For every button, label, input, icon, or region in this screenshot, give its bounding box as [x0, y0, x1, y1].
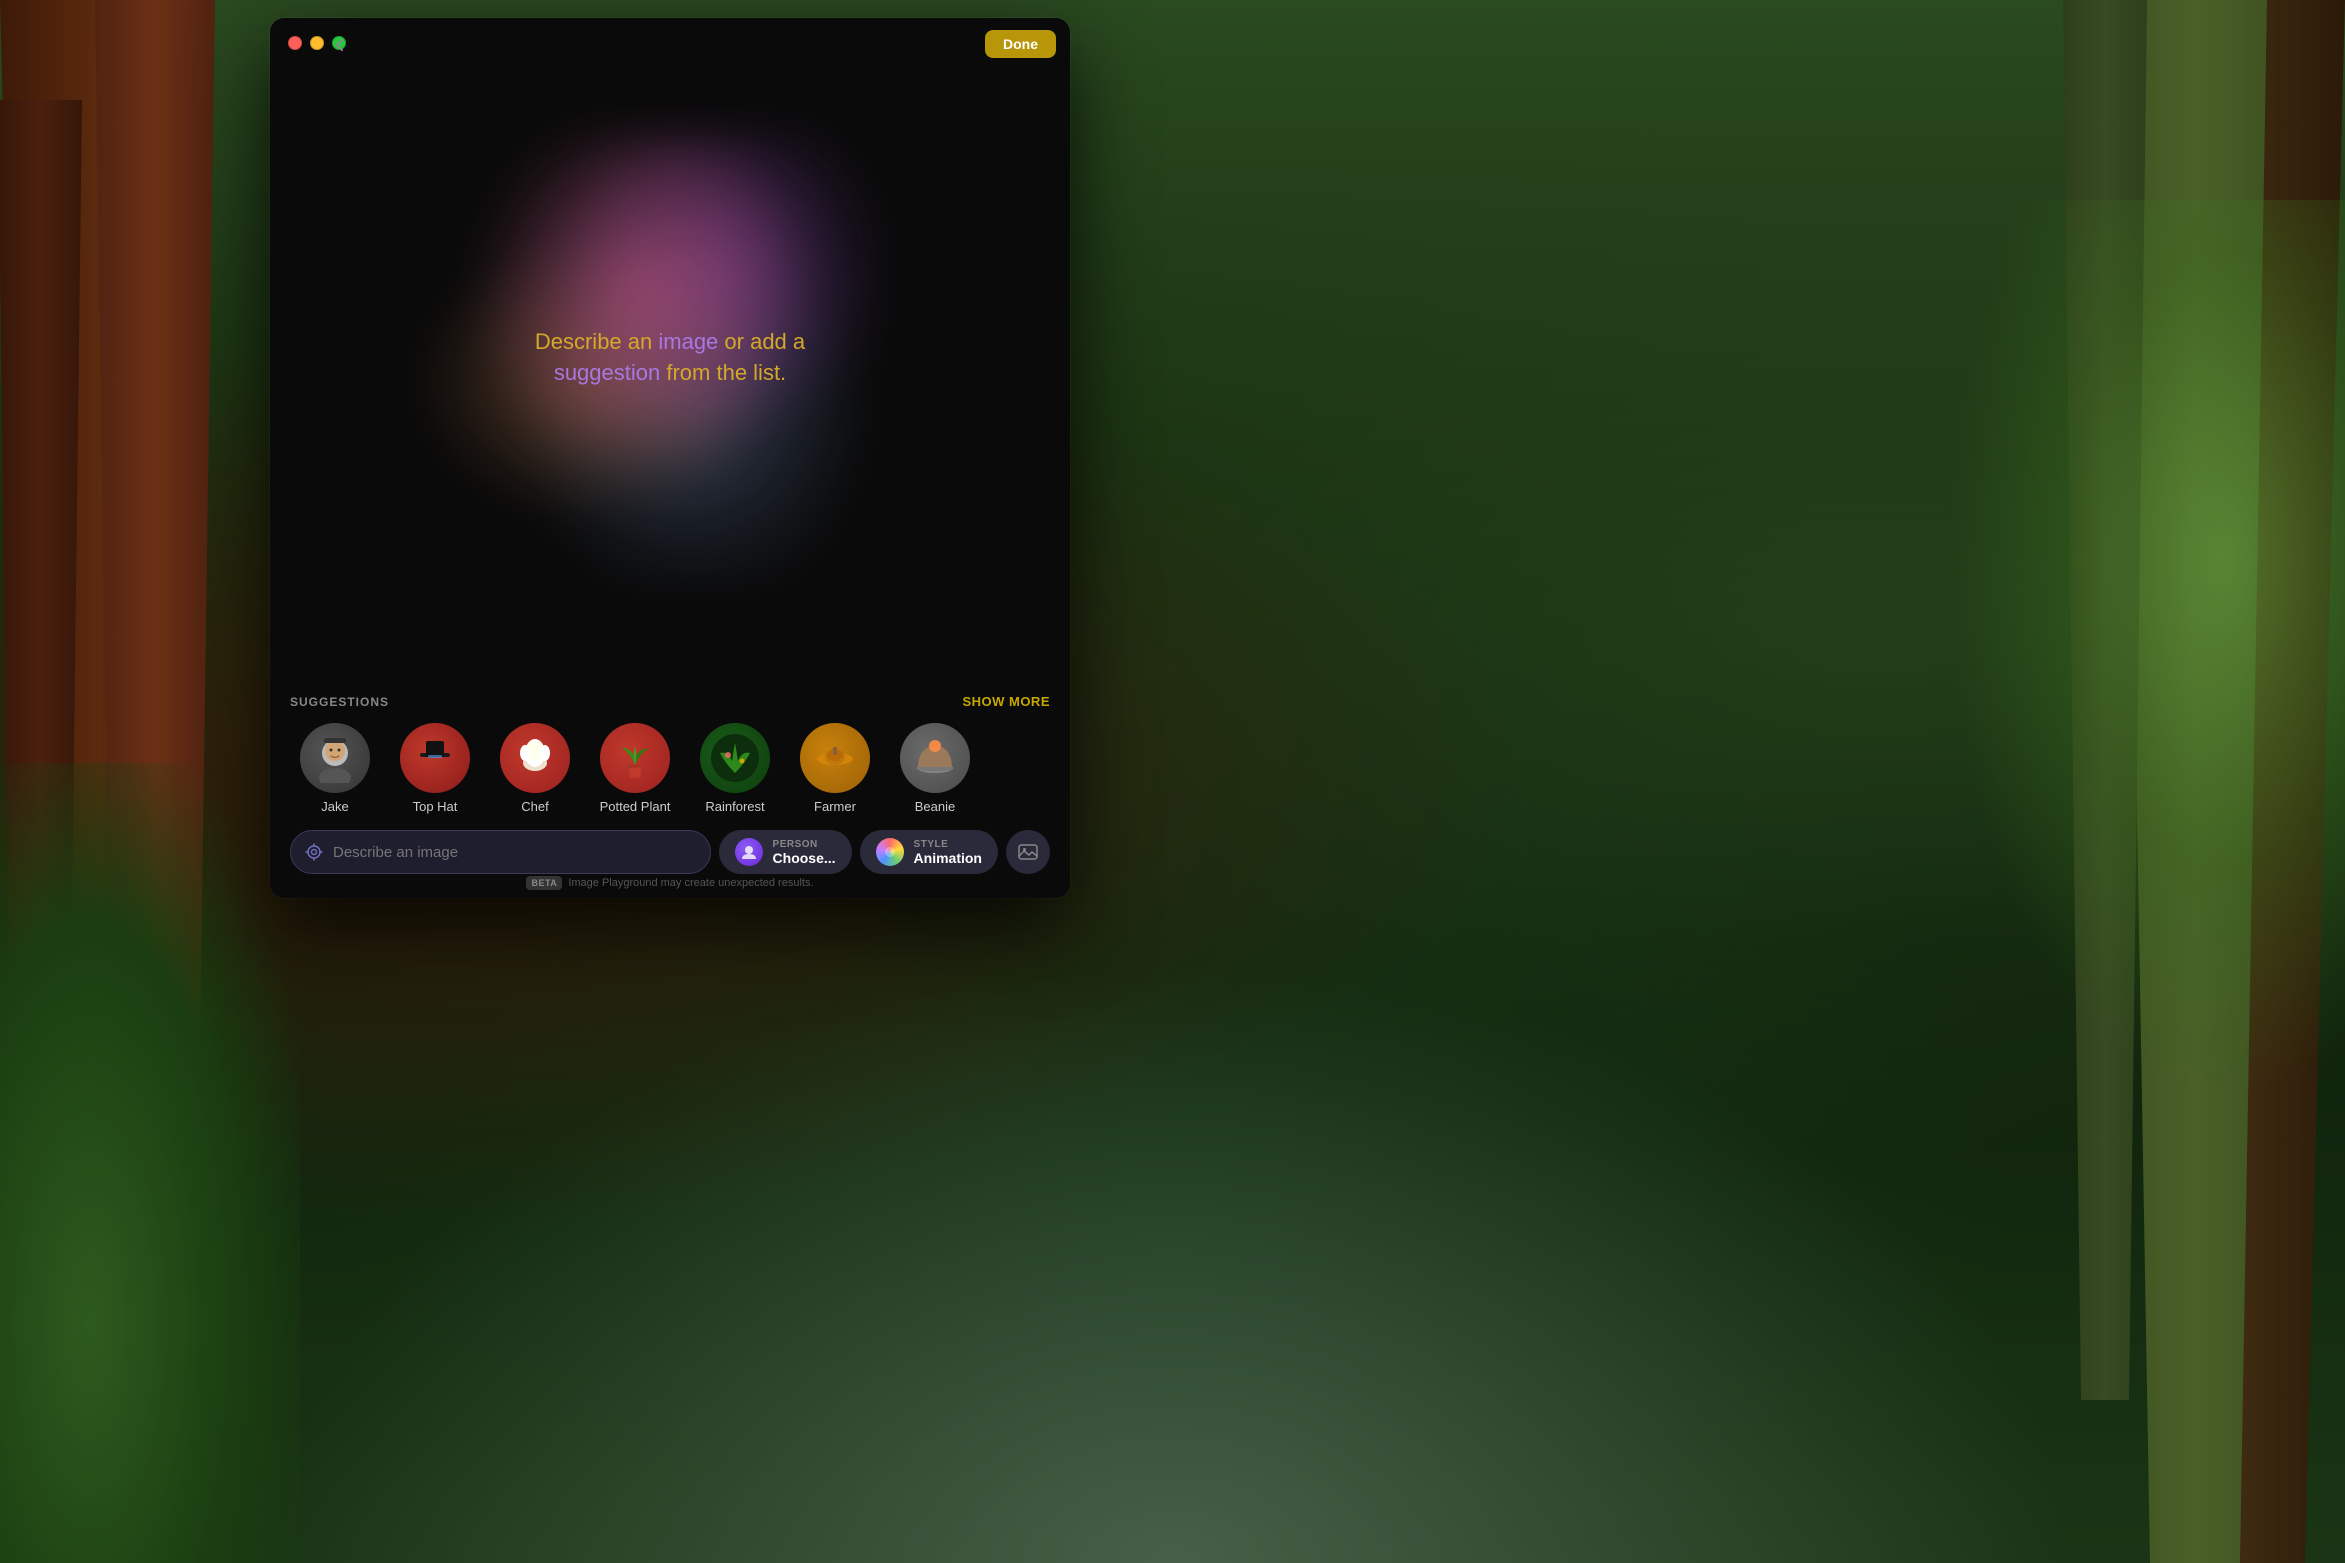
bottom-panel: SUGGESTIONS SHOW MORE [270, 678, 1070, 898]
back-button[interactable] [325, 30, 355, 60]
suggestion-chef-icon [500, 723, 570, 793]
suggestion-jake-icon [300, 723, 370, 793]
beta-badge: BETA [526, 876, 562, 890]
suggestion-potted-plant-label: Potted Plant [600, 799, 671, 814]
style-text: STYLE Animation [914, 839, 982, 866]
describe-image-input[interactable] [333, 844, 696, 861]
style-button[interactable]: STYLE Animation [860, 830, 998, 874]
prompt-suggestion-word: suggestion [554, 360, 660, 385]
person-button[interactable]: PERSON Choose... [719, 830, 852, 874]
suggestion-farmer-icon [800, 723, 870, 793]
suggestion-jake-label: Jake [321, 799, 348, 814]
suggestion-top-hat-label: Top Hat [413, 799, 458, 814]
prompt-line2: suggestion from the list. [554, 360, 786, 385]
suggestion-rainforest[interactable]: Rainforest [690, 723, 780, 814]
prompt-line1: Describe an image or add a [535, 329, 805, 354]
person-value: Choose... [773, 850, 836, 866]
suggestion-farmer-label: Farmer [814, 799, 856, 814]
suggestion-top-hat-icon [400, 723, 470, 793]
show-more-button[interactable]: SHOW MORE [962, 694, 1050, 709]
suggestion-rainforest-label: Rainforest [705, 799, 764, 814]
suggestion-beanie[interactable]: Beanie [890, 723, 980, 814]
minimize-button[interactable] [310, 36, 324, 50]
beta-notice: BETA Image Playground may create unexpec… [270, 876, 1070, 890]
image-picker-button[interactable] [1006, 830, 1050, 874]
canvas-area: Describe an image or add a suggestion fr… [270, 18, 1070, 698]
suggestions-label: SUGGESTIONS [290, 695, 389, 709]
person-label: PERSON [773, 839, 836, 850]
suggestion-jake[interactable]: Jake [290, 723, 380, 814]
suggestion-rainforest-icon [700, 723, 770, 793]
suggestion-beanie-label: Beanie [915, 799, 955, 814]
suggestion-chef[interactable]: Chef [490, 723, 580, 814]
prompt-image-word: image [658, 329, 718, 354]
style-label: STYLE [914, 839, 982, 850]
close-button[interactable] [288, 36, 302, 50]
suggestion-potted-plant[interactable]: Potted Plant [590, 723, 680, 814]
suggestions-row: Jake Top Hat [290, 723, 1050, 814]
style-icon [876, 838, 904, 866]
suggestion-farmer[interactable]: Farmer [790, 723, 880, 814]
prompt-from-list: from the list. [666, 360, 786, 385]
person-text: PERSON Choose... [773, 839, 836, 866]
style-value: Animation [914, 850, 982, 866]
suggestions-header: SUGGESTIONS SHOW MORE [290, 694, 1050, 709]
bottom-toolbar: PERSON Choose... STYLE Animation [290, 830, 1050, 874]
foliage-left [0, 763, 300, 1563]
mist-center [270, 963, 2075, 1563]
prompt-text: Describe an image or add a suggestion fr… [535, 327, 805, 389]
beta-notice-text: Image Playground may create unexpected r… [568, 877, 813, 889]
suggestion-potted-plant-icon [600, 723, 670, 793]
done-button[interactable]: Done [985, 30, 1056, 58]
suggestion-beanie-icon [900, 723, 970, 793]
search-gear-icon [305, 843, 323, 861]
suggestion-chef-label: Chef [521, 799, 548, 814]
suggestion-top-hat[interactable]: Top Hat [390, 723, 480, 814]
search-input-wrapper [290, 830, 711, 874]
app-window: Done Describe an image or add a suggesti… [270, 18, 1070, 898]
person-icon [735, 838, 763, 866]
